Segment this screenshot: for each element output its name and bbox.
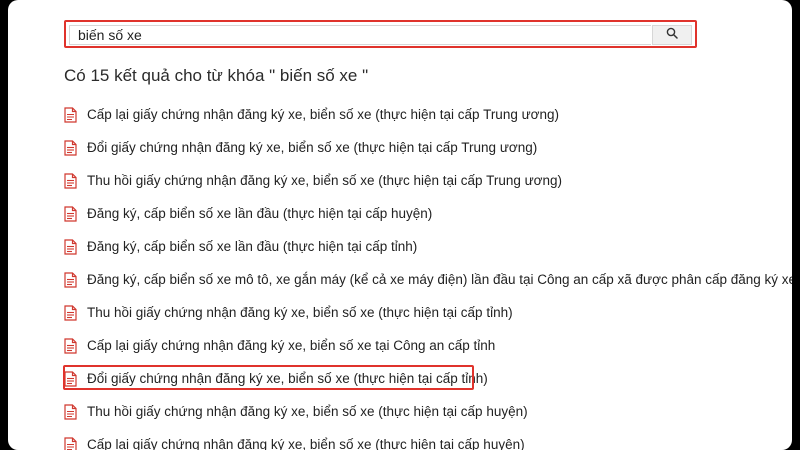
result-item[interactable]: Cấp lại giấy chứng nhận đăng ký xe, biển… <box>64 98 784 131</box>
document-icon <box>64 271 77 288</box>
search-button[interactable] <box>652 25 692 45</box>
result-item[interactable]: Cấp lại giấy chứng nhận đăng ký xe, biển… <box>64 428 784 450</box>
document-icon <box>64 205 77 222</box>
result-item[interactable]: Đổi giấy chứng nhận đăng ký xe, biển số … <box>64 131 784 164</box>
result-link[interactable]: Thu hồi giấy chứng nhận đăng ký xe, biển… <box>87 173 562 188</box>
document-icon <box>64 238 77 255</box>
result-item[interactable]: Đăng ký, cấp biển số xe lần đầu (thực hi… <box>64 197 784 230</box>
result-link[interactable]: Thu hồi giấy chứng nhận đăng ký xe, biển… <box>87 305 513 320</box>
document-icon <box>64 172 77 189</box>
browser-page: Có 15 kết quả cho từ khóa " biến số xe "… <box>8 0 792 450</box>
document-icon <box>64 337 77 354</box>
result-link[interactable]: Đăng ký, cấp biển số xe mô tô, xe gắn má… <box>87 272 792 287</box>
result-item[interactable]: Thu hồi giấy chứng nhận đăng ký xe, biển… <box>64 395 784 428</box>
search-bar <box>64 20 697 48</box>
result-link[interactable]: Đăng ký, cấp biển số xe lần đầu (thực hi… <box>87 206 432 221</box>
result-link[interactable]: Đăng ký, cấp biển số xe lần đầu (thực hi… <box>87 239 417 254</box>
result-link[interactable]: Đổi giấy chứng nhận đăng ký xe, biển số … <box>87 140 537 155</box>
result-item[interactable]: Đăng ký, cấp biển số xe mô tô, xe gắn má… <box>64 263 792 296</box>
document-icon <box>64 139 77 156</box>
result-link[interactable]: Cấp lại giấy chứng nhận đăng ký xe, biển… <box>87 338 495 353</box>
results-list: Cấp lại giấy chứng nhận đăng ký xe, biển… <box>63 98 792 450</box>
result-item[interactable]: Thu hồi giấy chứng nhận đăng ký xe, biển… <box>64 164 784 197</box>
result-link[interactable]: Thu hồi giấy chứng nhận đăng ký xe, biển… <box>87 404 528 419</box>
result-item[interactable]: Đăng ký, cấp biển số xe lần đầu (thực hi… <box>64 230 784 263</box>
result-item[interactable]: Đổi giấy chứng nhận đăng ký xe, biển số … <box>63 362 784 395</box>
result-link[interactable]: Cấp lại giấy chứng nhận đăng ký xe, biển… <box>87 437 525 450</box>
result-item[interactable]: Thu hồi giấy chứng nhận đăng ký xe, biển… <box>64 296 784 329</box>
document-icon <box>64 106 77 123</box>
results-heading: Có 15 kết quả cho từ khóa " biến số xe " <box>64 66 369 85</box>
document-icon <box>64 370 77 387</box>
search-icon <box>666 26 678 44</box>
document-icon <box>64 304 77 321</box>
search-input[interactable] <box>69 25 651 45</box>
result-link[interactable]: Đổi giấy chứng nhận đăng ký xe, biển số … <box>87 371 488 386</box>
result-link[interactable]: Cấp lại giấy chứng nhận đăng ký xe, biển… <box>87 107 559 122</box>
document-icon <box>64 436 77 450</box>
result-item[interactable]: Cấp lại giấy chứng nhận đăng ký xe, biển… <box>64 329 784 362</box>
document-icon <box>64 403 77 420</box>
